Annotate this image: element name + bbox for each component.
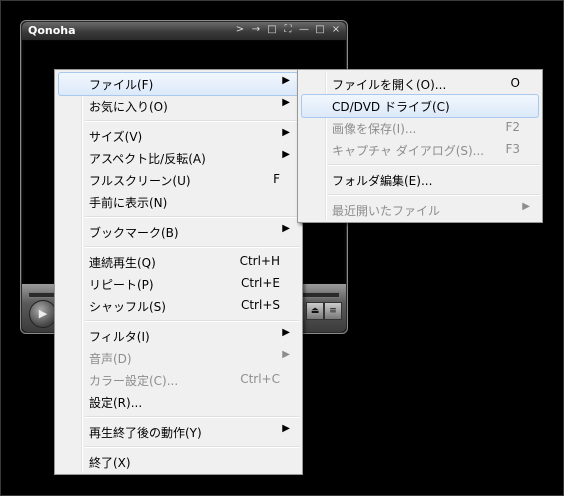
submenu-arrow-icon: ▶ bbox=[282, 349, 290, 360]
menu-item-file[interactable]: ファイル(F) ▶ bbox=[58, 72, 299, 96]
menu-item-filter[interactable]: フィルタ(I) ▶ bbox=[58, 324, 299, 348]
menu-item-label: CD/DVD ドライブ(C) bbox=[332, 100, 450, 114]
menu-item-recent-files: 最近開いたファイル ▶ bbox=[301, 198, 539, 222]
menu-item-edit-folders[interactable]: フォルダ編集(E)... bbox=[301, 168, 539, 192]
submenu-arrow-icon: ▶ bbox=[522, 201, 530, 212]
play-icon: ▶ bbox=[38, 307, 48, 320]
menu-item-label: ファイル(F) bbox=[89, 78, 154, 92]
menu-item-save-image: 画像を保存(I)... F2 bbox=[301, 116, 539, 140]
menu-separator bbox=[85, 246, 299, 248]
menu-item-audio: 音声(D) ▶ bbox=[58, 346, 299, 370]
menu-item-repeat[interactable]: リピート(P) Ctrl+E bbox=[58, 272, 299, 296]
menu-item-label: 画像を保存(I)... bbox=[332, 122, 417, 136]
menu-item-fullscreen[interactable]: フルスクリーン(U) F bbox=[58, 168, 299, 192]
menu-item-shuffle[interactable]: シャッフル(S) Ctrl+S bbox=[58, 294, 299, 318]
menu-separator bbox=[85, 120, 299, 122]
compact-icon[interactable]: □ bbox=[266, 23, 278, 37]
menu-item-aspect[interactable]: アスペクト比/反転(A) ▶ bbox=[58, 146, 299, 170]
submenu-arrow-icon: ▶ bbox=[282, 223, 290, 234]
menu-item-bookmark[interactable]: ブックマーク(B) ▶ bbox=[58, 220, 299, 244]
menu-item-capture-dialog: キャプチャ ダイアログ(S)... F3 bbox=[301, 138, 539, 162]
chevron-right-icon[interactable]: > bbox=[234, 23, 246, 37]
menu-item-label: 設定(R)... bbox=[89, 396, 143, 410]
minimize-icon[interactable]: — bbox=[298, 23, 310, 37]
menu-separator bbox=[85, 320, 299, 322]
playlist-button[interactable]: ≡ bbox=[324, 302, 342, 320]
menu-item-label: アスペクト比/反転(A) bbox=[89, 152, 206, 166]
menu-item-label: 連続再生(Q) bbox=[89, 256, 156, 270]
menu-separator bbox=[85, 446, 299, 448]
menu-item-label: フルスクリーン(U) bbox=[89, 174, 191, 188]
menu-item-label: お気に入り(O) bbox=[89, 100, 168, 114]
menu-item-shortcut: Ctrl+C bbox=[240, 372, 280, 386]
menu-separator bbox=[328, 164, 539, 166]
menu-item-label: カラー設定(C)... bbox=[89, 374, 179, 388]
menu-item-label: 音声(D) bbox=[89, 352, 132, 366]
menu-item-shortcut: O bbox=[510, 76, 520, 90]
menu-item-shortcut: Ctrl+H bbox=[239, 254, 280, 268]
submenu-arrow-icon: ▶ bbox=[282, 327, 290, 338]
submenu-arrow-icon: ▶ bbox=[282, 97, 290, 108]
menu-separator bbox=[85, 216, 299, 218]
menu-item-label: サイズ(V) bbox=[89, 130, 143, 144]
menu-item-label: ファイルを開く(O)... bbox=[332, 78, 447, 92]
player-title: Qonoha bbox=[28, 24, 76, 37]
arrow-right-icon[interactable]: → bbox=[250, 23, 262, 37]
menu-item-shortcut: F bbox=[273, 172, 280, 186]
menu-item-continuous-play[interactable]: 連続再生(Q) Ctrl+H bbox=[58, 250, 299, 274]
menu-item-exit[interactable]: 終了(X) bbox=[58, 450, 299, 474]
menu-separator bbox=[328, 194, 539, 196]
submenu-arrow-icon: ▶ bbox=[282, 75, 290, 86]
file-submenu: ファイルを開く(O)... O CD/DVD ドライブ(C) 画像を保存(I).… bbox=[297, 69, 543, 223]
player-titlebar[interactable]: Qonoha > → □ ⛶ — □ × bbox=[22, 22, 346, 40]
menu-item-label: 終了(X) bbox=[89, 456, 131, 470]
list-icon: ≡ bbox=[329, 306, 337, 316]
close-icon[interactable]: × bbox=[330, 23, 342, 37]
menu-item-always-on-top[interactable]: 手前に表示(N) bbox=[58, 190, 299, 214]
menu-item-shortcut: Ctrl+S bbox=[240, 298, 280, 312]
menu-item-settings[interactable]: 設定(R)... bbox=[58, 390, 299, 414]
fullscreen-icon[interactable]: ⛶ bbox=[282, 23, 294, 37]
menu-item-label: ブックマーク(B) bbox=[89, 226, 179, 240]
menu-item-color-settings: カラー設定(C)... Ctrl+C bbox=[58, 368, 299, 392]
menu-item-shortcut: Ctrl+E bbox=[241, 276, 280, 290]
menu-item-label: キャプチャ ダイアログ(S)... bbox=[332, 144, 485, 158]
menu-item-label: シャッフル(S) bbox=[89, 300, 166, 314]
menu-item-label: リピート(P) bbox=[89, 278, 154, 292]
titlebar-buttons: > → □ ⛶ — □ × bbox=[234, 23, 342, 37]
menu-item-label: 最近開いたファイル bbox=[332, 204, 441, 218]
menu-item-after-playback[interactable]: 再生終了後の動作(Y) ▶ bbox=[58, 420, 299, 444]
play-button[interactable]: ▶ bbox=[29, 300, 57, 328]
menu-item-label: 手前に表示(N) bbox=[89, 196, 168, 210]
menu-item-shortcut: F3 bbox=[505, 142, 520, 156]
eject-icon: ⏏ bbox=[310, 306, 320, 316]
menu-item-size[interactable]: サイズ(V) ▶ bbox=[58, 124, 299, 148]
submenu-arrow-icon: ▶ bbox=[282, 149, 290, 160]
submenu-arrow-icon: ▶ bbox=[282, 423, 290, 434]
menu-item-label: 再生終了後の動作(Y) bbox=[89, 426, 202, 440]
context-menu: ファイル(F) ▶ お気に入り(O) ▶ サイズ(V) ▶ アスペクト比/反転(… bbox=[54, 69, 303, 475]
menu-item-cd-dvd-drive[interactable]: CD/DVD ドライブ(C) bbox=[301, 94, 539, 118]
submenu-arrow-icon: ▶ bbox=[282, 127, 290, 138]
menu-item-open-file[interactable]: ファイルを開く(O)... O bbox=[301, 72, 539, 96]
menu-item-label: フィルタ(I) bbox=[89, 330, 150, 344]
eject-button[interactable]: ⏏ bbox=[306, 302, 324, 320]
menu-separator bbox=[85, 416, 299, 418]
menu-item-shortcut: F2 bbox=[505, 120, 520, 134]
menu-item-favorites[interactable]: お気に入り(O) ▶ bbox=[58, 94, 299, 118]
menu-item-label: フォルダ編集(E)... bbox=[332, 174, 433, 188]
maximize-icon[interactable]: □ bbox=[314, 23, 326, 37]
